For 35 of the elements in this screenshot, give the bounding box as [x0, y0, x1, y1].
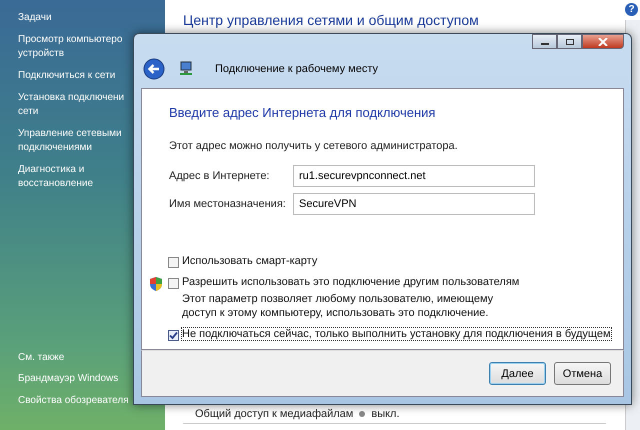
setting-status: выкл.: [371, 408, 400, 420]
input-field[interactable]: ru1.securevpnconnect.net: [293, 165, 535, 187]
network-computer-icon: [179, 61, 195, 77]
description-text: Этот адрес можно получить у сетевого администратора.: [169, 140, 459, 152]
sidebar-link[interactable]: Управление сетевыми подключениями: [18, 127, 122, 155]
setting-label: Общий доступ к медиафайлам: [195, 408, 354, 420]
sidebar-link[interactable]: Диагностика и восстановление: [18, 163, 94, 191]
option-note: Этот параметр позволяет любому пользователю, имеющему доступ к этому компьютеру, использовать это подключение.: [182, 292, 494, 320]
checkbox[interactable]: [168, 257, 179, 268]
sidebar-link[interactable]: Установка подключени сети: [18, 91, 124, 119]
field-label: Имя местоназначения:: [169, 198, 287, 210]
minimize-button[interactable]: [532, 34, 557, 49]
checkbox[interactable]: [168, 330, 179, 341]
checkbox-label[interactable]: Использовать смарт-карту: [182, 255, 318, 267]
next-button[interactable]: Далее: [489, 362, 546, 385]
sidebar-heading: См. также: [18, 352, 64, 363]
dialog-title: Подключение к рабочему месту: [215, 63, 378, 75]
page-heading: Введите адрес Интернета для подключения: [169, 105, 436, 120]
checkbox-label[interactable]: Разрешить использовать это подключение другим пользователям: [182, 276, 520, 288]
sidebar-link[interactable]: Просмотр компьютеро устройств: [18, 33, 122, 61]
cancel-button[interactable]: Отмена: [554, 362, 611, 385]
input-field[interactable]: SecureVPN: [293, 193, 535, 215]
maximize-icon: [564, 38, 574, 46]
back-button[interactable]: [143, 58, 165, 80]
help-button[interactable]: ?: [625, 3, 638, 16]
sidebar-heading: Задачи: [18, 12, 52, 23]
field-label: Адрес в Интернете:: [169, 170, 270, 182]
close-icon: [598, 38, 608, 46]
window-title: Центр управления сетями и общим доступом: [183, 12, 480, 28]
maximize-button[interactable]: [557, 34, 582, 49]
checkbox-label[interactable]: Не подключаться сейчас, только выполнить установку для подключения в будущем: [182, 328, 611, 340]
close-button[interactable]: [582, 34, 624, 49]
checkbox[interactable]: [168, 278, 179, 289]
sidebar-link[interactable]: Подключиться к сети: [18, 69, 116, 83]
status-dot-icon: [359, 411, 366, 417]
